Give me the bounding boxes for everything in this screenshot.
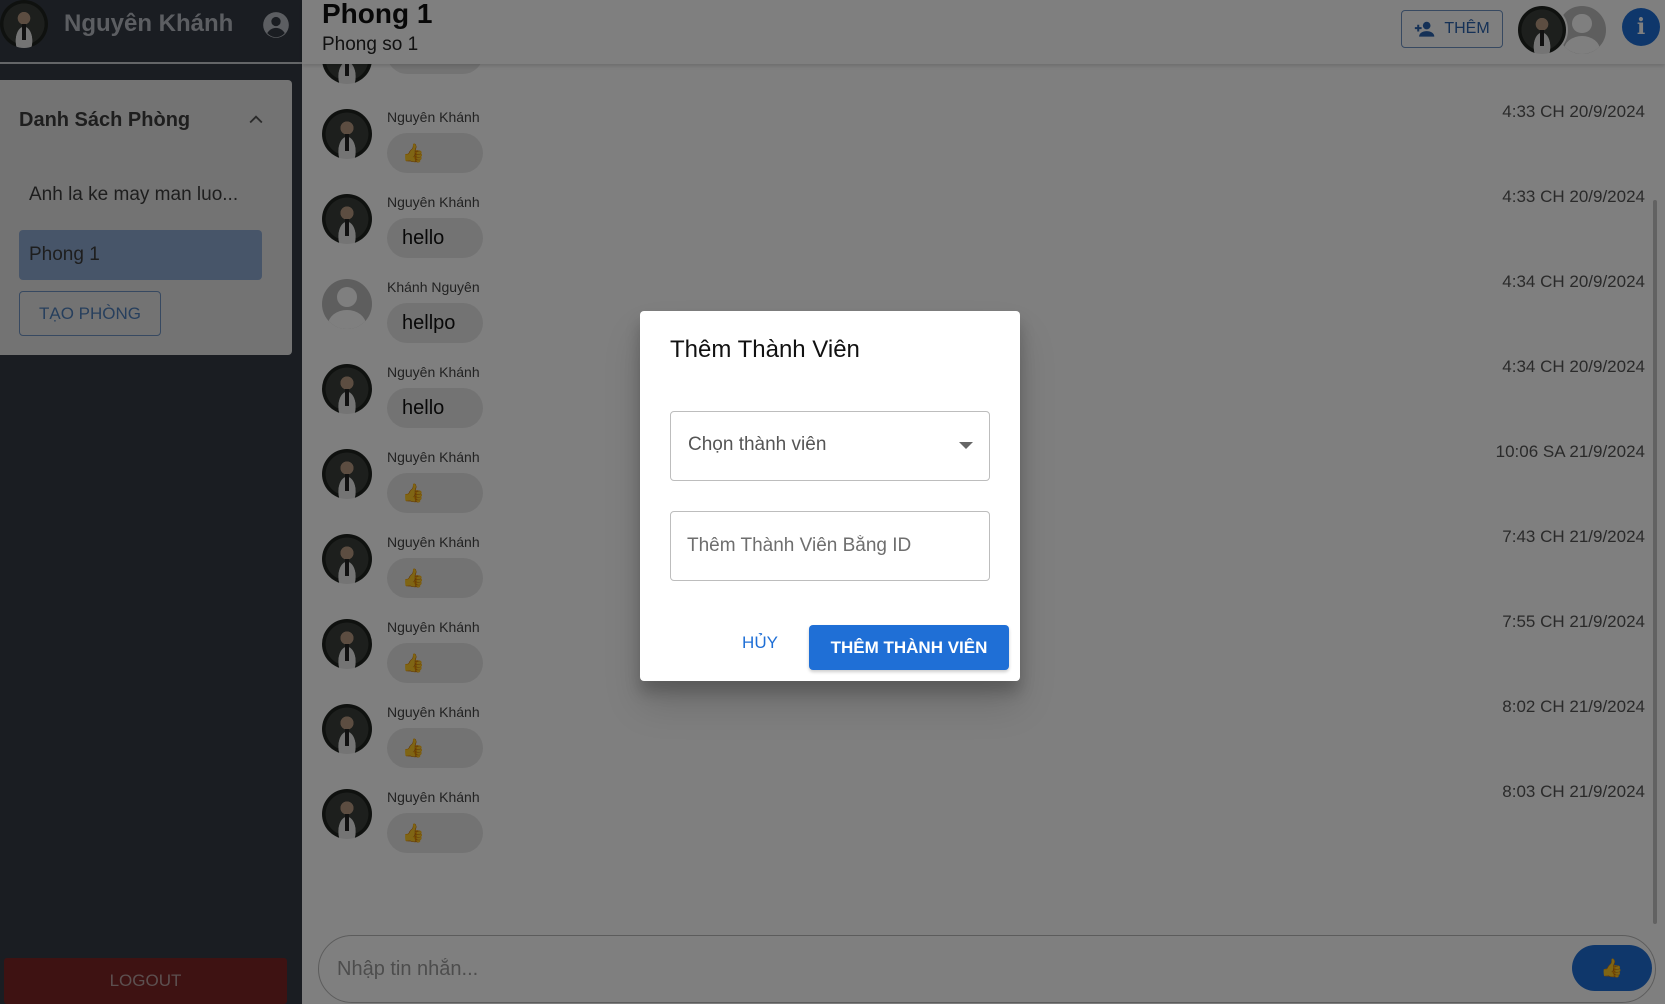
- dropdown-caret-icon: [959, 442, 973, 449]
- member-id-input[interactable]: [687, 530, 977, 562]
- member-select[interactable]: Chọn thành viên: [670, 411, 990, 481]
- member-select-value: Chọn thành viên: [688, 434, 827, 455]
- member-id-field: [670, 511, 990, 581]
- dialog-title: Thêm Thành Viên: [670, 336, 860, 363]
- cancel-button[interactable]: HỦY: [730, 625, 790, 661]
- add-member-dialog: Thêm Thành Viên Chọn thành viên HỦY THÊM…: [640, 311, 1020, 681]
- add-member-confirm-button[interactable]: THÊM THÀNH VIÊN: [809, 625, 1009, 670]
